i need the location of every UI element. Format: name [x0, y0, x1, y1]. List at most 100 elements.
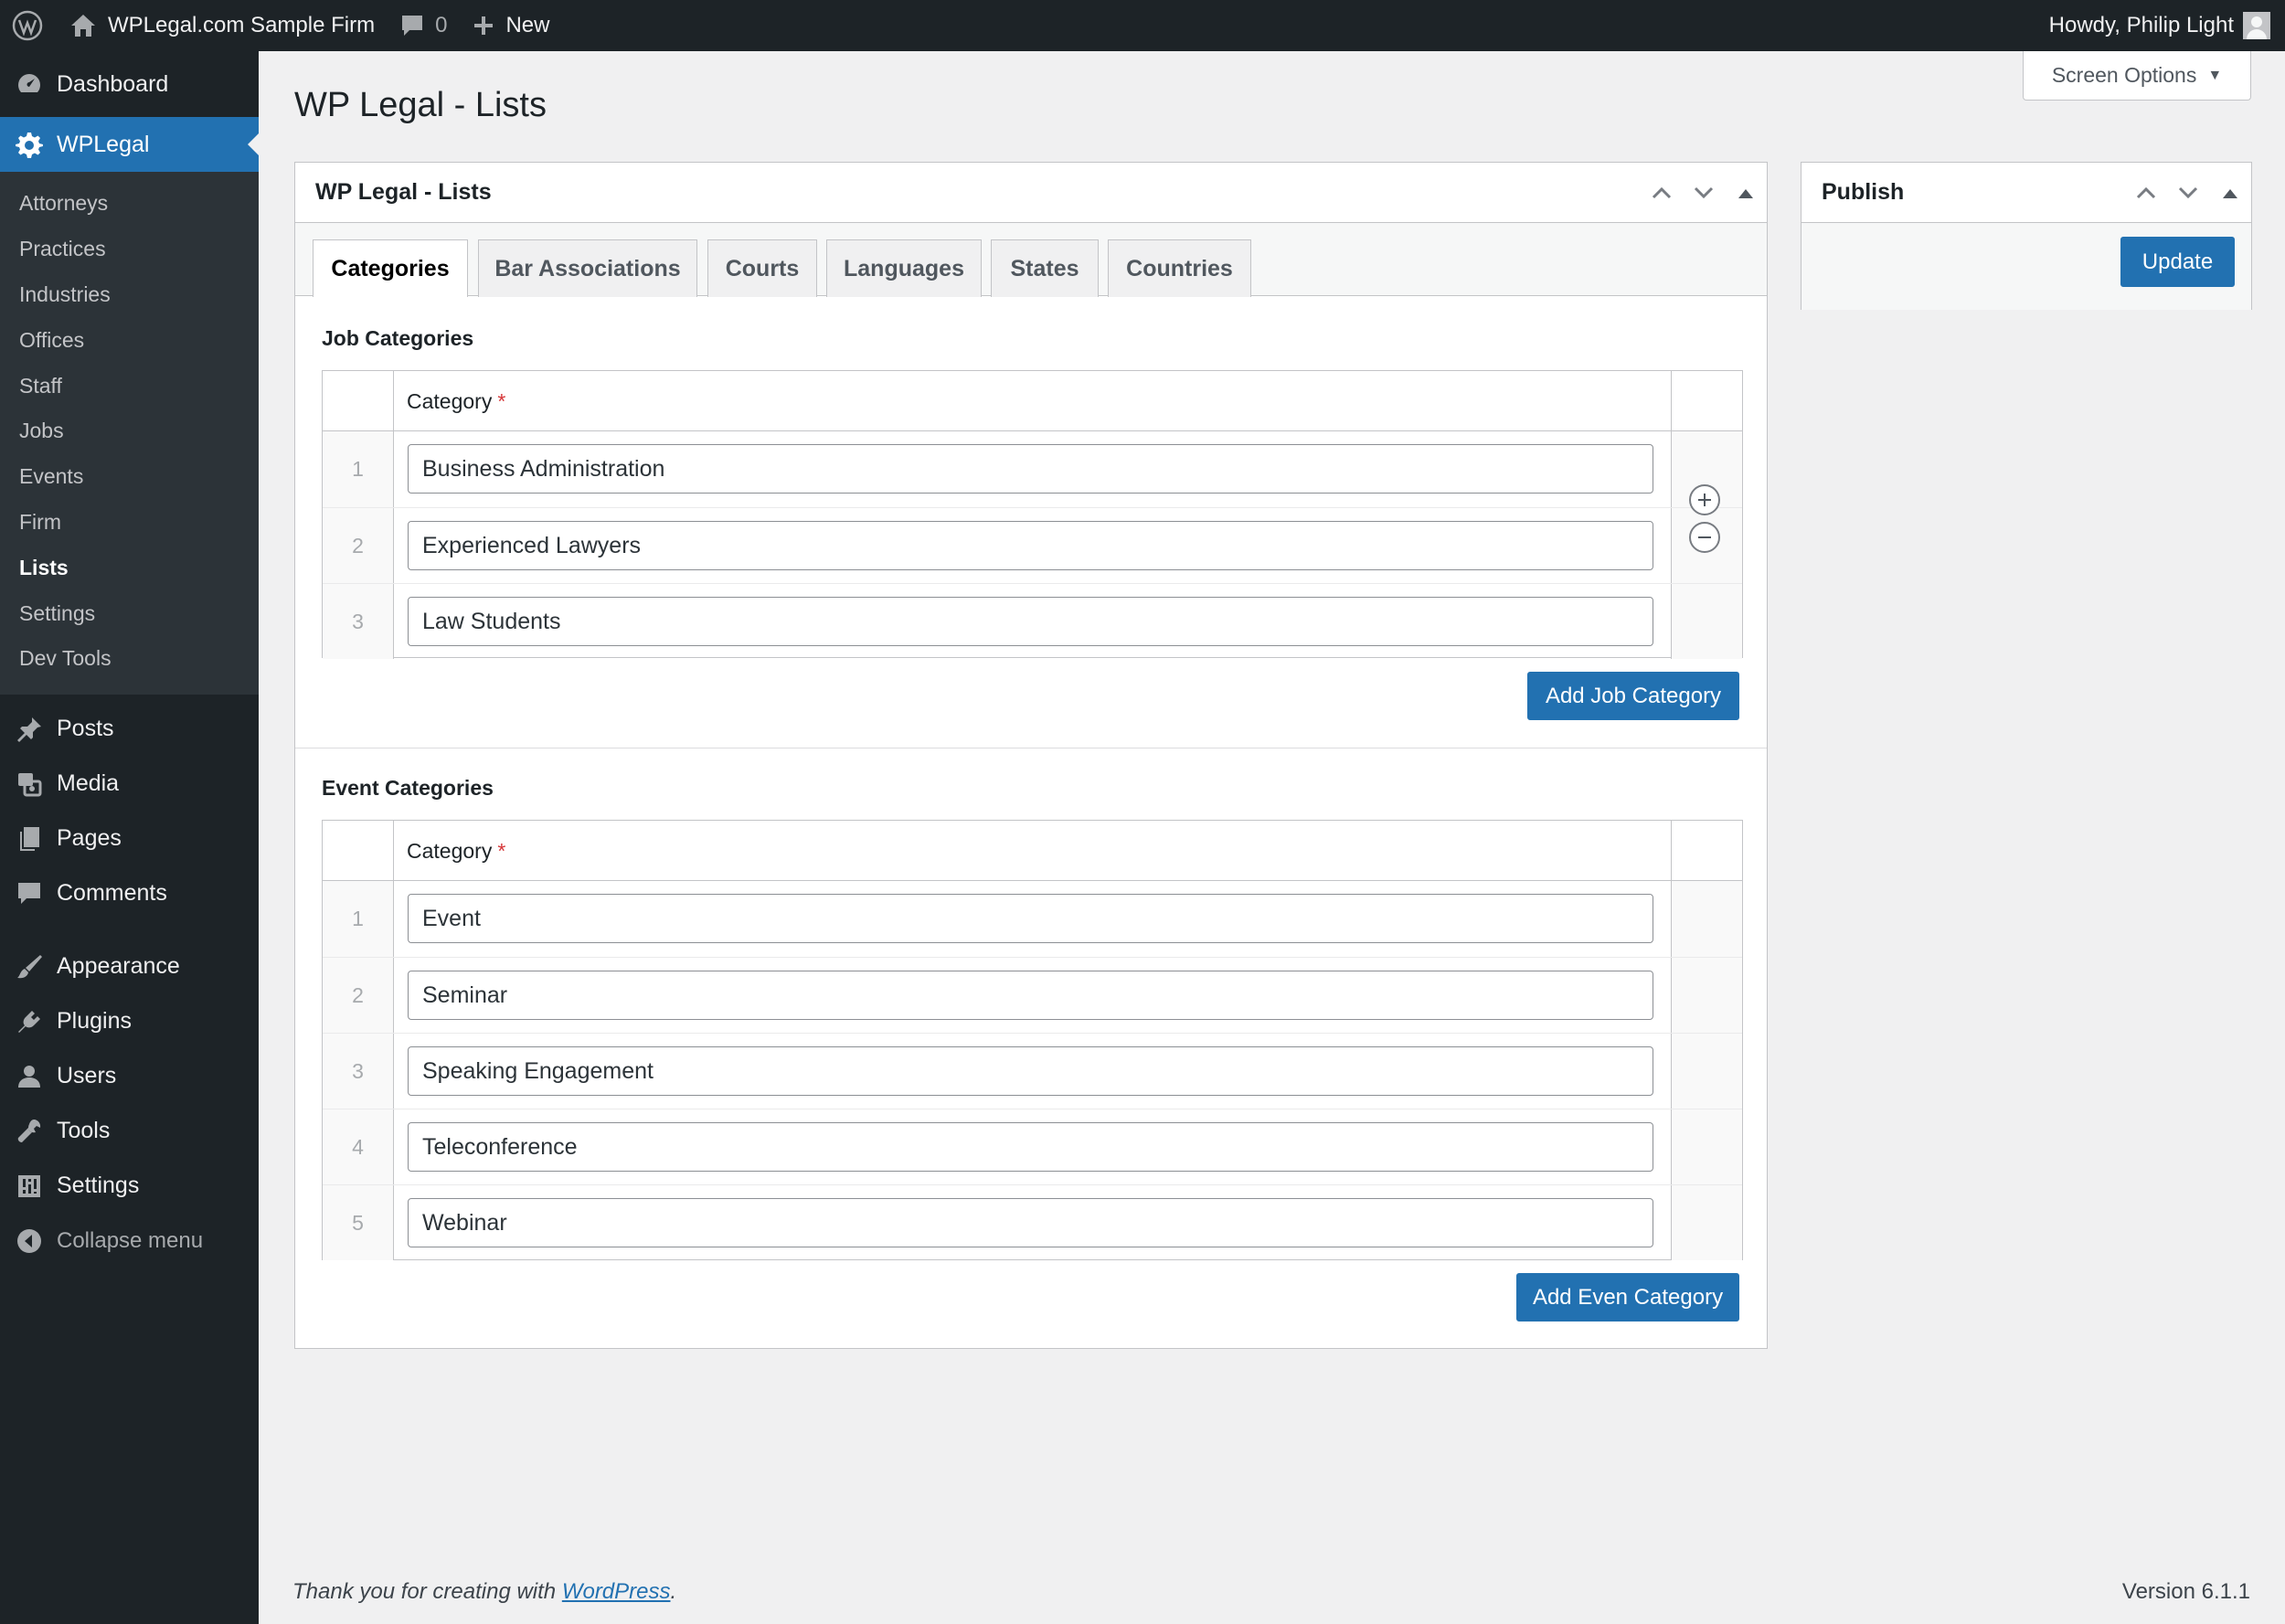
submenu-dev-tools[interactable]: Dev Tools [0, 636, 259, 682]
table-header: Category * [323, 371, 1742, 431]
row-number[interactable]: 1 [323, 431, 394, 507]
job-categories-label: Job Categories [322, 326, 474, 350]
menu-appearance[interactable]: Appearance [0, 939, 259, 994]
submenu-events[interactable]: Events [0, 454, 259, 500]
chevron-down-icon [2178, 186, 2198, 198]
plus-icon [474, 16, 494, 35]
category-column-header: Category * [407, 838, 506, 863]
move-up-button[interactable] [1641, 163, 1683, 223]
menu-comments[interactable]: Comments [0, 866, 259, 921]
user-icon [15, 1062, 44, 1091]
add-event-category-button[interactable]: Add Even Category [1516, 1273, 1739, 1321]
menu-tools[interactable]: Tools [0, 1104, 259, 1159]
submenu-firm[interactable]: Firm [0, 500, 259, 546]
row-number[interactable]: 1 [323, 881, 394, 957]
table-row: 2 [323, 484, 1742, 583]
submenu-settings[interactable]: Settings [0, 590, 259, 636]
my-account-link[interactable]: Howdy, Philip Light [2036, 0, 2285, 51]
row-number[interactable]: 3 [323, 584, 394, 659]
submenu-attorneys[interactable]: Attorneys [0, 181, 259, 227]
pin-icon [15, 715, 44, 744]
row-number[interactable]: 2 [323, 508, 394, 583]
brush-icon [15, 952, 44, 982]
row-number[interactable]: 5 [323, 1185, 394, 1260]
screen-options-button[interactable]: Screen Options ▼ [2023, 51, 2251, 101]
tab-bar-associations[interactable]: Bar Associations [478, 239, 697, 297]
move-up-button[interactable] [2125, 163, 2167, 223]
category-input[interactable] [408, 1046, 1653, 1096]
table-row: 1 [323, 431, 1742, 507]
move-down-button[interactable] [1683, 163, 1725, 223]
menu-settings[interactable]: Settings [0, 1159, 259, 1214]
publish-title: Publish [1822, 179, 1905, 205]
collapse-menu-button[interactable]: Collapse menu [0, 1214, 259, 1268]
remove-row-button[interactable] [1689, 522, 1720, 553]
publish-metabox: Publish Update [1801, 162, 2252, 310]
event-categories-table: Category * 1 2 3 4 5 [322, 820, 1743, 1260]
wordpress-logo-icon[interactable] [0, 0, 57, 51]
menu-users[interactable]: Users [0, 1049, 259, 1104]
category-input[interactable] [408, 1122, 1653, 1172]
category-input[interactable] [408, 971, 1653, 1020]
row-number[interactable]: 3 [323, 1034, 394, 1109]
triangle-up-icon [1738, 188, 1753, 198]
submenu-industries[interactable]: Industries [0, 272, 259, 318]
admin-sidebar: Dashboard WPLegal Attorneys Practices In… [0, 51, 259, 1624]
footer-thankyou: Thank you for creating with WordPress. [292, 1579, 677, 1604]
submenu-offices[interactable]: Offices [0, 317, 259, 363]
row-number[interactable]: 2 [323, 958, 394, 1033]
category-input[interactable] [408, 444, 1653, 494]
menu-posts[interactable]: Posts [0, 702, 259, 757]
category-input[interactable] [408, 894, 1653, 943]
menu-dashboard[interactable]: Dashboard [0, 51, 259, 117]
add-job-category-button[interactable]: Add Job Category [1527, 672, 1739, 720]
chevron-up-icon [1652, 186, 1672, 198]
add-row-button[interactable] [1689, 484, 1720, 515]
metabox-header: Publish [1801, 163, 2251, 223]
category-input[interactable] [408, 597, 1653, 646]
required-marker: * [497, 838, 506, 863]
move-down-button[interactable] [2167, 163, 2209, 223]
chevron-down-icon [1694, 186, 1714, 198]
tab-categories[interactable]: Categories [313, 239, 468, 297]
admin-bar: WPLegal.com Sample Firm 0 New Howdy, Phi… [0, 0, 2285, 51]
tab-countries[interactable]: Countries [1108, 239, 1251, 297]
new-content-link[interactable]: New [460, 0, 562, 51]
chevron-up-icon [2136, 186, 2156, 198]
toggle-panel-button[interactable] [2209, 163, 2251, 223]
toggle-panel-button[interactable] [1725, 163, 1767, 223]
tab-states[interactable]: States [991, 239, 1099, 297]
row-actions [1671, 484, 1742, 583]
event-categories-label: Event Categories [322, 776, 494, 800]
user-greeting: Howdy, Philip Light [2048, 13, 2234, 37]
wordpress-link[interactable]: WordPress [562, 1579, 671, 1604]
wplegal-submenu: Attorneys Practices Industries Offices S… [0, 172, 259, 695]
comments-link[interactable]: 0 [388, 0, 460, 51]
category-input[interactable] [408, 521, 1653, 570]
row-number[interactable]: 4 [323, 1109, 394, 1184]
category-input[interactable] [408, 1198, 1653, 1247]
tab-courts[interactable]: Courts [707, 239, 817, 297]
minus-icon [1698, 536, 1711, 538]
menu-pages[interactable]: Pages [0, 812, 259, 866]
table-row: 3 [323, 1033, 1742, 1109]
page-title: WP Legal - Lists [294, 86, 547, 124]
submenu-practices[interactable]: Practices [0, 227, 259, 272]
menu-plugins[interactable]: Plugins [0, 994, 259, 1049]
comments-count: 0 [435, 13, 448, 37]
table-row: 5 [323, 1184, 1742, 1260]
wrench-icon [15, 1117, 44, 1146]
submenu-lists[interactable]: Lists [0, 545, 259, 590]
triangle-up-icon [2223, 188, 2237, 198]
update-button[interactable]: Update [2120, 237, 2235, 287]
site-name-link[interactable]: WPLegal.com Sample Firm [57, 0, 388, 51]
new-label: New [505, 13, 550, 37]
tabs-bar: Categories Bar Associations Courts Langu… [295, 223, 1767, 297]
menu-wplegal[interactable]: WPLegal [0, 117, 259, 172]
tab-languages[interactable]: Languages [826, 239, 982, 297]
menu-media[interactable]: Media [0, 757, 259, 812]
lists-metabox: WP Legal - Lists Categories Bar Associat… [294, 162, 1768, 1349]
metabox-header: WP Legal - Lists [295, 163, 1767, 223]
submenu-jobs[interactable]: Jobs [0, 409, 259, 454]
submenu-staff[interactable]: Staff [0, 363, 259, 409]
